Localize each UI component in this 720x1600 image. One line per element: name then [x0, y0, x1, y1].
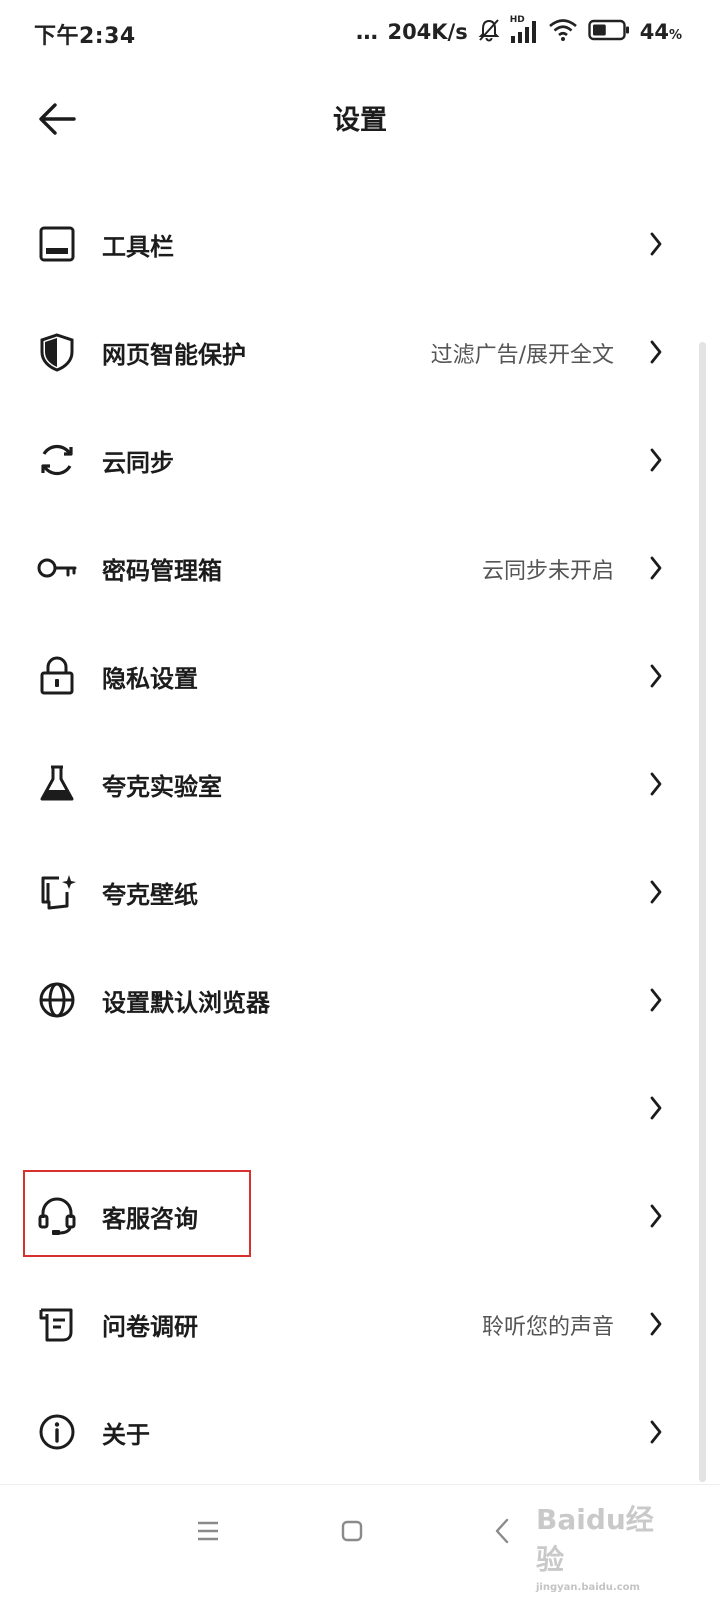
item-label: 夸克实验室 [102, 773, 222, 801]
settings-item-survey[interactable]: 问卷调研 聆听您的声音 [0, 1270, 720, 1378]
chevron-right-icon [650, 880, 662, 904]
settings-list: 工具栏 网页智能保护 过滤广告/展开全文 云同步 密码管理箱 云同步未开启 隐私… [0, 190, 720, 1486]
network-speed: 204K/s [387, 20, 468, 44]
scrollbar[interactable] [699, 342, 706, 1482]
home-button[interactable] [332, 1511, 372, 1551]
settings-item-blank[interactable] [0, 1054, 720, 1162]
highlight-box [23, 1170, 251, 1257]
lock-icon [36, 655, 78, 697]
item-label: 隐私设置 [102, 665, 198, 693]
nav-back-button[interactable] [482, 1511, 522, 1551]
battery-percent: 44% [639, 20, 682, 44]
settings-item-default-browser[interactable]: 设置默认浏览器 [0, 946, 720, 1054]
item-label: 关于 [102, 1421, 150, 1449]
chevron-right-icon [650, 1420, 662, 1444]
page-title: 设置 [333, 105, 387, 136]
key-icon [36, 547, 78, 589]
settings-item-privacy[interactable]: 隐私设置 [0, 622, 720, 730]
info-icon [36, 1411, 78, 1453]
survey-icon [36, 1303, 78, 1345]
battery-icon [588, 19, 630, 45]
shield-icon [36, 331, 78, 373]
settings-item-web-protection[interactable]: 网页智能保护 过滤广告/展开全文 [0, 298, 720, 406]
item-value: 过滤广告/展开全文 [430, 343, 614, 368]
settings-item-password-manager[interactable]: 密码管理箱 云同步未开启 [0, 514, 720, 622]
toolbar-icon [36, 223, 78, 265]
chevron-right-icon [650, 340, 662, 364]
settings-item-lab[interactable]: 夸克实验室 [0, 730, 720, 838]
menu-icon [198, 1521, 218, 1541]
chevron-right-icon [650, 988, 662, 1012]
settings-item-toolbar[interactable]: 工具栏 [0, 190, 720, 298]
item-value: 云同步未开启 [481, 559, 614, 584]
status-icons: ... 204K/s HD 44% [355, 15, 682, 48]
chevron-right-icon [650, 232, 662, 256]
home-icon [341, 1520, 363, 1542]
mute-bell-icon [478, 18, 500, 46]
item-label: 工具栏 [102, 233, 174, 261]
chevron-right-icon [650, 1312, 662, 1336]
settings-item-cloud-sync[interactable]: 云同步 [0, 406, 720, 514]
chevron-right-icon [650, 1096, 662, 1120]
item-label: 夸克壁纸 [102, 881, 198, 909]
back-icon [495, 1518, 509, 1544]
chevron-right-icon [650, 772, 662, 796]
watermark-text: Baidu经验 [536, 1503, 654, 1576]
globe-icon [36, 979, 78, 1021]
item-label: 网页智能保护 [102, 341, 246, 369]
chevron-right-icon [650, 1204, 662, 1228]
chevron-right-icon [650, 664, 662, 688]
item-label: 密码管理箱 [102, 557, 222, 585]
status-time: 下午2:34 [34, 24, 136, 49]
signal-icon: HD [510, 15, 538, 45]
sync-icon [36, 439, 78, 481]
menu-button[interactable] [188, 1511, 228, 1551]
watermark-url: jingyan.baidu.com [536, 1582, 640, 1593]
app-header: 设置 [0, 78, 720, 160]
wifi-icon [548, 18, 578, 46]
chevron-right-icon [650, 556, 662, 580]
status-bar: 下午2:34 ... 204K/s HD 44% [0, 0, 720, 64]
settings-item-wallpaper[interactable]: 夸克壁纸 [0, 838, 720, 946]
status-dots: ... [355, 19, 378, 45]
watermark: Baidu经验 jingyan.baidu.com [536, 1498, 676, 1593]
settings-item-about[interactable]: 关于 [0, 1378, 720, 1486]
chevron-right-icon [650, 448, 662, 472]
item-label: 问卷调研 [102, 1313, 198, 1341]
flask-icon [36, 763, 78, 805]
item-label: 云同步 [102, 449, 174, 477]
item-value: 聆听您的声音 [481, 1315, 614, 1340]
item-label: 设置默认浏览器 [102, 989, 270, 1017]
wallpaper-icon [36, 871, 78, 913]
